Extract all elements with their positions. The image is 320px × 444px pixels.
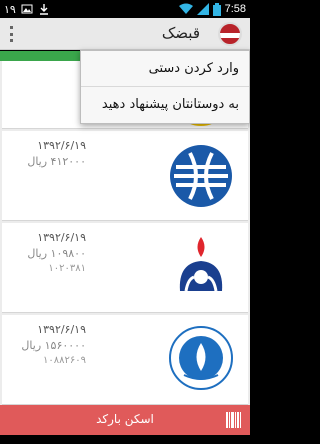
bill-amount: ۱۵۶۰۰۰۰ ریال xyxy=(21,339,86,352)
list-item[interactable]: ۱۳۹۲/۶/۱۹ ۱۵۶۰۰۰۰ ریال ۱۰۸۸۲۶۰۹ xyxy=(2,315,248,405)
menu-item-recommend[interactable]: به دوستانتان پیشنهاد دهید xyxy=(81,87,249,123)
bill-info: ۱۳۹۲/۶/۱۹ ۴۱۲۰۰۰ ریال xyxy=(16,139,86,171)
battery-icon xyxy=(212,2,221,16)
telecom-logo-icon xyxy=(170,145,232,207)
list-item[interactable]: ۱۳۹۲/۶/۱۹ ۴۱۲۰۰۰ ریال xyxy=(2,131,248,221)
bill-id: ۱۰۸۸۲۶۰۹ xyxy=(43,355,86,366)
app-logo-icon[interactable] xyxy=(218,22,242,46)
scan-button-label: اسکن بارکد xyxy=(96,412,154,426)
bill-info: ۱۳۹۲/۶/۱۹ ۱۵۶۰۰۰۰ ریال ۱۰۸۸۲۶۰۹ xyxy=(16,323,86,366)
clock: 7:58 xyxy=(224,3,246,15)
navigation-bar xyxy=(0,435,250,444)
dot-icon xyxy=(9,32,13,36)
bill-info: ۱۳۹۲/۶/۱۹ ۱۰۹۸۰۰ ریال ۱۰۲۰۳۸۱ xyxy=(16,231,86,274)
menu-item-manual-entry[interactable]: وارد کردن دستی xyxy=(81,51,249,87)
partial-card-strip xyxy=(0,51,90,61)
overflow-menu: وارد کردن دستی به دوستانتان پیشنهاد دهید xyxy=(80,50,250,124)
notification-count: ۱۹ xyxy=(4,3,16,16)
wifi-icon xyxy=(178,3,193,14)
bill-date: ۱۳۹۲/۶/۱۹ xyxy=(37,139,86,152)
scan-barcode-button[interactable]: اسکن بارکد xyxy=(0,405,250,435)
barcode-icon xyxy=(226,412,242,428)
status-right: 7:58 xyxy=(178,2,246,16)
download-icon xyxy=(39,4,48,15)
app-title: قبضک xyxy=(161,24,200,42)
bill-amount: ۱۰۹۸۰۰ ریال xyxy=(27,247,86,260)
gas-company-logo-icon xyxy=(179,237,223,292)
bill-id: ۱۰۲۰۳۸۱ xyxy=(48,263,86,274)
action-bar: قبضک xyxy=(0,18,250,50)
water-company-logo-icon xyxy=(169,326,233,390)
overflow-menu-button[interactable] xyxy=(4,24,18,44)
bill-amount: ۴۱۲۰۰۰ ریال xyxy=(27,155,86,168)
list-item[interactable]: ۱۳۹۲/۶/۱۹ ۱۰۹۸۰۰ ریال ۱۰۲۰۳۸۱ xyxy=(2,223,248,313)
dot-icon xyxy=(9,26,13,29)
bill-date: ۱۳۹۲/۶/۱۹ xyxy=(37,231,86,244)
bill-date: ۱۳۹۲/۶/۱۹ xyxy=(37,323,86,336)
dot-icon xyxy=(9,39,13,42)
status-left: ۱۹ xyxy=(4,2,50,16)
signal-icon xyxy=(196,3,209,15)
image-notification-icon xyxy=(21,4,33,14)
status-bar: ۱۹ 7:58 xyxy=(0,0,250,18)
